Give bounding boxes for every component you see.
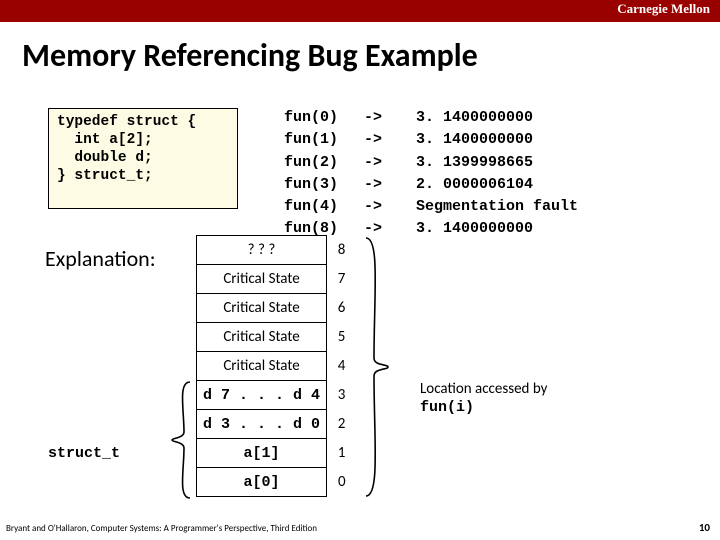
struct-label: struct_t	[48, 445, 120, 462]
brace-left-icon	[168, 380, 194, 500]
memory-index: 0	[327, 468, 357, 497]
output-block: fun(0)->3. 1400000000fun(1)->3. 14000000…	[282, 106, 580, 242]
memory-cell: a[1]	[197, 439, 327, 468]
arrow-icon: ->	[364, 130, 414, 150]
memory-index: 3	[327, 381, 357, 410]
brace-right-icon	[362, 236, 392, 498]
memory-cell: Critical State	[197, 294, 327, 323]
output-call: fun(1)	[284, 130, 362, 150]
output-call: fun(4)	[284, 197, 362, 217]
memory-cell: ? ? ?	[197, 236, 327, 265]
output-row: fun(1)->3. 1400000000	[284, 130, 578, 150]
memory-index: 7	[327, 265, 357, 294]
memory-row: a[0]0	[197, 468, 357, 497]
memory-row: d 3 . . . d 02	[197, 410, 357, 439]
org-tag: Carnegie Mellon	[617, 1, 710, 17]
output-row: fun(2)->3. 1399998665	[284, 153, 578, 173]
memory-row: a[1]1	[197, 439, 357, 468]
arrow-icon: ->	[364, 108, 414, 128]
output-call: fun(0)	[284, 108, 362, 128]
output-row: fun(0)->3. 1400000000	[284, 108, 578, 128]
arrow-icon: ->	[364, 197, 414, 217]
memory-index: 2	[327, 410, 357, 439]
arrow-icon: ->	[364, 175, 414, 195]
memory-index: 8	[327, 236, 357, 265]
memory-index: 6	[327, 294, 357, 323]
memory-cell: Critical State	[197, 323, 327, 352]
explanation-label: Explanation:	[45, 245, 156, 272]
memory-cell: Critical State	[197, 265, 327, 294]
location-line1: Location accessed by	[420, 380, 547, 398]
output-row: fun(4)->Segmentation fault	[284, 197, 578, 217]
footer-left: Bryant and O'Hallaron, Computer Systems:…	[6, 523, 317, 534]
memory-cell: d 3 . . . d 0	[197, 410, 327, 439]
location-line2: fun(i)	[420, 399, 474, 416]
output-result: 3. 1400000000	[416, 108, 578, 128]
location-text: Location accessed by fun(i)	[420, 380, 547, 416]
code-typedef: typedef struct { int a[2]; double d; } s…	[48, 108, 238, 209]
memory-row: ? ? ?8	[197, 236, 357, 265]
output-result: 3. 1400000000	[416, 130, 578, 150]
memory-cell: Critical State	[197, 352, 327, 381]
arrow-icon: ->	[364, 153, 414, 173]
output-row: fun(3)->2. 0000006104	[284, 175, 578, 195]
memory-cell: d 7 . . . d 4	[197, 381, 327, 410]
memory-index: 5	[327, 323, 357, 352]
slide-title: Memory Referencing Bug Example	[22, 36, 720, 75]
output-result: 2. 0000006104	[416, 175, 578, 195]
memory-row: Critical State6	[197, 294, 357, 323]
memory-row: Critical State5	[197, 323, 357, 352]
memory-row: Critical State7	[197, 265, 357, 294]
output-result: 3. 1400000000	[416, 219, 578, 239]
memory-row: Critical State4	[197, 352, 357, 381]
output-result: 3. 1399998665	[416, 153, 578, 173]
output-result: Segmentation fault	[416, 197, 578, 217]
output-call: fun(3)	[284, 175, 362, 195]
memory-row: d 7 . . . d 43	[197, 381, 357, 410]
memory-layout-table: ? ? ?8Critical State7Critical State6Crit…	[196, 235, 357, 497]
page-number: 10	[699, 521, 710, 534]
memory-index: 4	[327, 352, 357, 381]
top-banner	[0, 0, 720, 22]
output-call: fun(2)	[284, 153, 362, 173]
memory-cell: a[0]	[197, 468, 327, 497]
memory-index: 1	[327, 439, 357, 468]
